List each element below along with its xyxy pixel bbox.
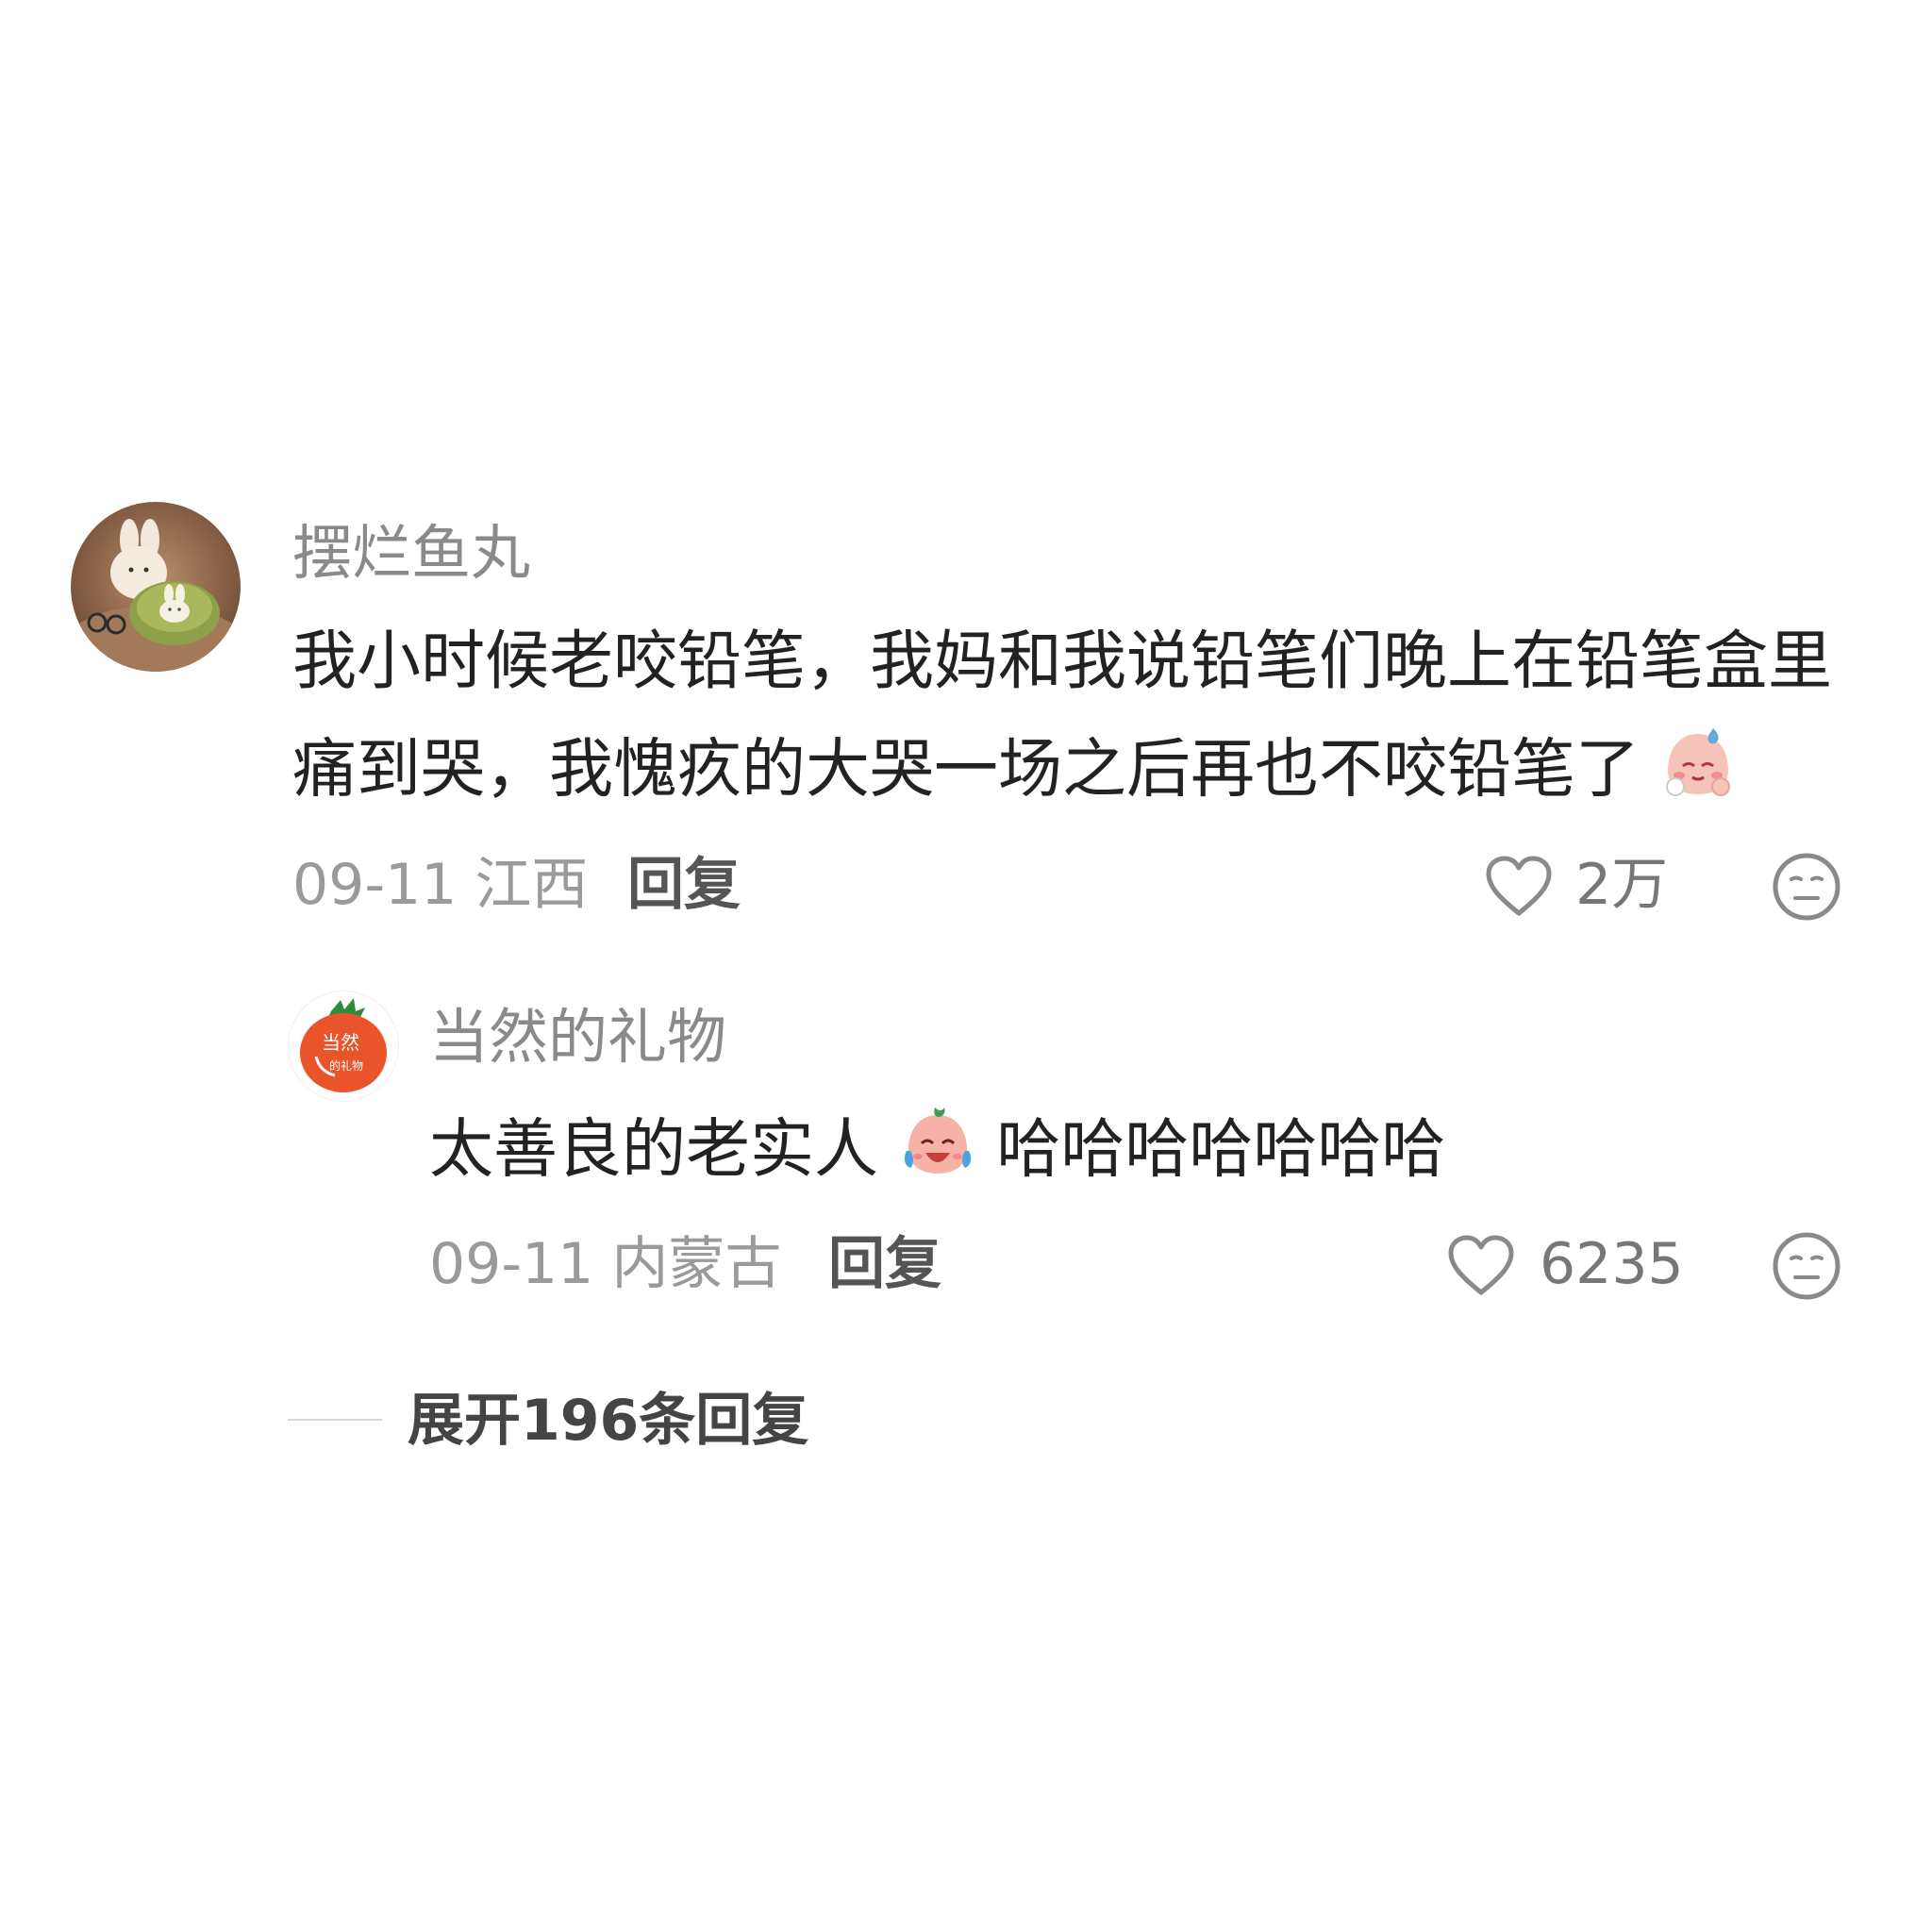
sad-crying-face-icon xyxy=(1660,724,1736,811)
avatar-image xyxy=(71,502,241,672)
user-avatar[interactable] xyxy=(71,502,241,672)
expand-divider xyxy=(288,1419,382,1421)
reply-like-count: 6235 xyxy=(1540,1231,1684,1297)
reply-like-heart-icon[interactable] xyxy=(1443,1228,1519,1304)
dislike-face-icon[interactable] xyxy=(1769,849,1844,924)
reply-text-before-emoji: 太善良的老实人 xyxy=(429,1112,879,1188)
comment-text-line-1: 我小时候老咬铅笔，我妈和我说铅笔们晚上在铅笔盒里 xyxy=(292,625,1833,699)
comment-text-line-2: 痛到哭，我愧疚的大哭一场之后再也不咬铅笔了 xyxy=(292,728,1736,811)
avatar-text-1: 当然 xyxy=(322,1031,359,1054)
laugh-crying-face-icon xyxy=(899,1104,976,1192)
comment-date-location: 09-11 江西 xyxy=(292,852,589,918)
comment-text-line-2-content: 痛到哭，我愧疚的大哭一场之后再也不咬铅笔了 xyxy=(292,732,1641,808)
reply-text-after-emoji: 哈哈哈哈哈哈哈 xyxy=(996,1112,1446,1188)
reply-date-location: 09-11 内蒙古 xyxy=(429,1231,782,1297)
reply-username[interactable]: 当然的礼物 xyxy=(429,1008,726,1067)
comment-like-count: 2万 xyxy=(1575,852,1669,918)
comment-username[interactable]: 摆烂鱼丸 xyxy=(292,524,530,583)
reply-text: 太善良的老实人 哈哈哈哈哈哈哈 xyxy=(429,1108,1446,1192)
like-heart-icon[interactable] xyxy=(1481,849,1557,924)
avatar-text-2: 的礼物 xyxy=(329,1058,363,1073)
tomato-avatar-image: 当然 的礼物 xyxy=(289,991,398,1101)
reply-reply-button[interactable]: 回复 xyxy=(828,1236,941,1292)
expand-replies-button[interactable]: 展开196条回复 xyxy=(408,1392,808,1449)
reply-user-avatar[interactable]: 当然 的礼物 xyxy=(288,991,399,1102)
reply-dislike-face-icon[interactable] xyxy=(1769,1228,1844,1304)
comment-reply-button[interactable]: 回复 xyxy=(627,857,741,913)
